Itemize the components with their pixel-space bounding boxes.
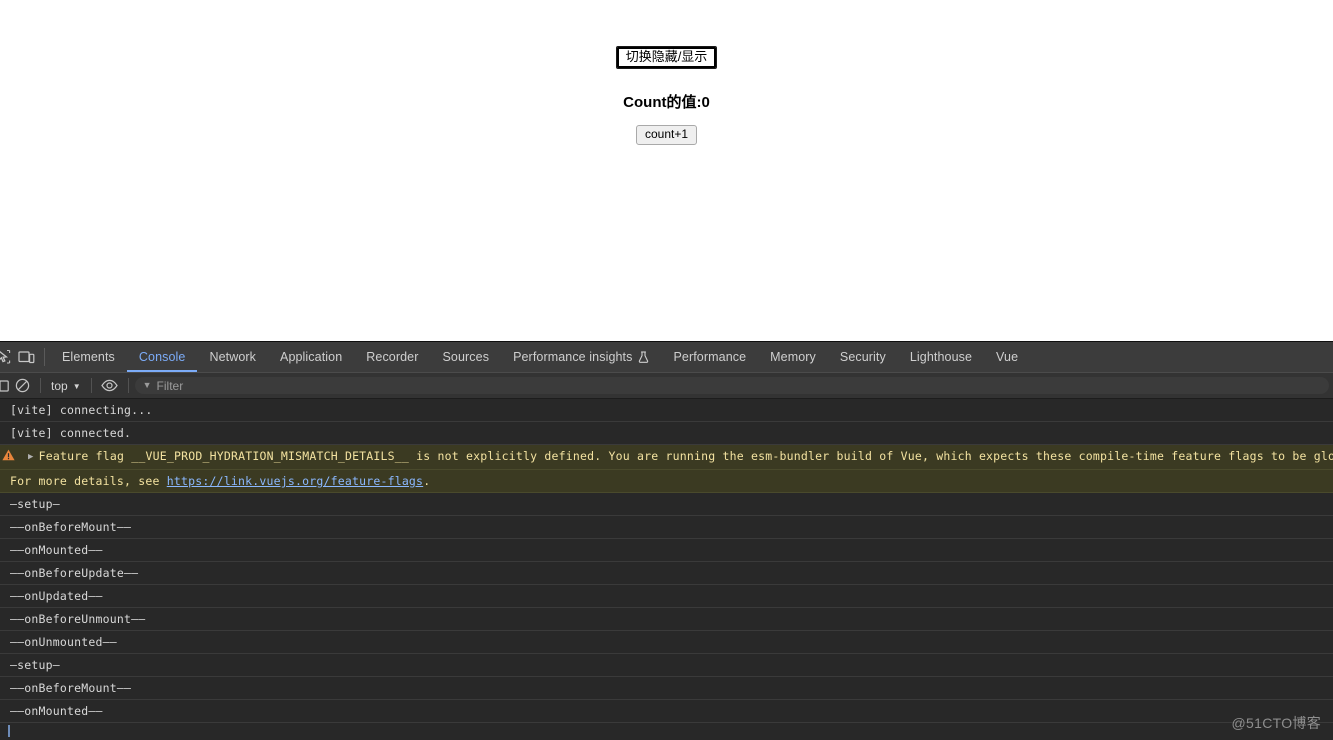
experiment-flask-icon xyxy=(638,351,649,363)
console-message-suffix: . xyxy=(423,474,431,488)
console-message-text: ——onMounted—— xyxy=(10,543,103,557)
toolbar-divider-2 xyxy=(90,378,92,393)
devtools-tab-label: Vue xyxy=(996,350,1019,364)
devtools-tab-label: Security xyxy=(839,350,886,364)
devtools-tab-performance-insights[interactable]: Performance insights xyxy=(501,342,661,372)
console-message-text: ——onBeforeMount—— xyxy=(10,520,132,534)
demo-app-root: 切换隐藏/显示 Count的值:0 count+1 xyxy=(0,46,1333,146)
devtools-tab-label: Sources xyxy=(442,350,490,364)
console-message-text: ——onMounted—— xyxy=(10,704,103,718)
increment-count-button[interactable]: count+1 xyxy=(635,125,698,146)
devtools-tab-vue[interactable]: Vue xyxy=(984,342,1030,372)
console-message-text: [vite] connecting... xyxy=(10,403,153,417)
devtools-tab-label: Lighthouse xyxy=(909,350,973,364)
devtools-tab-label: Network xyxy=(209,350,257,364)
console-message-text: ——onUnmounted—— xyxy=(10,635,117,649)
devtools-tab-label: Performance xyxy=(673,350,747,364)
console-log-message: [vite] connecting... xyxy=(0,399,1333,422)
console-log-message: ——onBeforeMount—— xyxy=(0,516,1333,539)
devtools-tab-recorder[interactable]: Recorder xyxy=(354,342,430,372)
console-filter-placeholder: Filter xyxy=(156,378,184,393)
devtools-tabstrip: Elements Console Network Application Recorde… xyxy=(0,342,1333,373)
clear-console-icon[interactable] xyxy=(10,374,34,398)
console-prompt[interactable] xyxy=(0,723,1333,738)
console-log-message: ——onMounted—— xyxy=(0,700,1333,723)
toolbar-divider-1 xyxy=(40,378,41,393)
live-expression-eye-icon[interactable] xyxy=(98,374,122,398)
console-log-message: ——onUpdated—— xyxy=(0,585,1333,608)
console-message-text: Feature flag __VUE_PROD_HYDRATION_MISMAT… xyxy=(38,449,1333,463)
devtools-tab-application[interactable]: Application xyxy=(268,342,354,372)
devtools-tab-sources[interactable]: Sources xyxy=(431,342,502,372)
console-log-message: ——onBeforeMount—— xyxy=(0,677,1333,700)
execution-context-selector[interactable]: top ▼ xyxy=(47,378,85,394)
devtools-tab-label: Application xyxy=(280,350,343,364)
toggle-visibility-button[interactable]: 切换隐藏/显示 xyxy=(615,46,718,70)
devtools-tab-label: Elements xyxy=(62,350,115,364)
console-message-text: ——onBeforeUnmount—— xyxy=(10,612,146,626)
devtools-tab-label: Console xyxy=(138,350,186,364)
feature-flags-link[interactable]: https://link.vuejs.org/feature-flags xyxy=(167,474,423,488)
console-log-message: —setup— xyxy=(0,654,1333,677)
devtools-tab-label: Recorder xyxy=(366,350,419,364)
execution-context-value: top xyxy=(51,378,68,393)
console-log-message: —setup— xyxy=(0,493,1333,516)
console-filter-input[interactable]: ▼ Filter xyxy=(134,377,1329,394)
devtools-tab-network[interactable]: Network xyxy=(197,342,268,372)
console-message-text: For more details, see xyxy=(10,474,167,488)
console-warning-detail: For more details, see https://link.vuejs… xyxy=(0,470,1333,493)
console-log-message: ——onMounted—— xyxy=(0,539,1333,562)
console-log-message: ——onUnmounted—— xyxy=(0,631,1333,654)
browser-page-viewport: 切换隐藏/显示 Count的值:0 count+1 xyxy=(0,0,1333,341)
console-message-text: —setup— xyxy=(10,658,60,672)
console-message-text: [vite] connected. xyxy=(10,426,132,440)
console-message-text: ——onBeforeMount—— xyxy=(10,681,132,695)
console-message-text: —setup— xyxy=(10,497,60,511)
devtools-panel: Elements Console Network Application Recorde… xyxy=(0,341,1333,740)
tabstrip-divider xyxy=(44,348,45,366)
devtools-tab-performance[interactable]: Performance xyxy=(661,342,758,372)
devtools-tab-elements[interactable]: Elements xyxy=(50,342,127,372)
expand-arrow-icon[interactable]: ▶ xyxy=(28,449,34,465)
console-toolbar: top ▼ ▼ Filter xyxy=(0,373,1333,399)
console-warning-message: ▶ Feature flag __VUE_PROD_HYDRATION_MISMA… xyxy=(0,445,1333,470)
console-log-message: [vite] connected. xyxy=(0,422,1333,445)
devtools-tab-memory[interactable]: Memory xyxy=(758,342,828,372)
toolbar-divider-3 xyxy=(127,378,129,393)
devtools-tab-label: Memory xyxy=(770,350,816,364)
console-message-list[interactable]: [vite] connecting... [vite] connected. ▶ Fe… xyxy=(0,399,1333,738)
count-value-label: Count的值:0 xyxy=(623,94,710,112)
devtools-tab-label: Performance insights xyxy=(513,350,633,364)
console-log-message: ——onBeforeUnmount—— xyxy=(0,608,1333,631)
console-log-message: ——onBeforeUpdate—— xyxy=(0,562,1333,585)
devtools-tab-security[interactable]: Security xyxy=(828,342,898,372)
warning-triangle-icon xyxy=(2,449,15,461)
chevron-down-icon: ▼ xyxy=(72,381,81,391)
inspect-cursor-icon[interactable] xyxy=(0,342,13,372)
funnel-icon: ▼ xyxy=(142,379,152,390)
console-prompt-caret xyxy=(8,725,10,737)
console-message-text: ——onBeforeUpdate—— xyxy=(10,566,139,580)
device-toolbar-icon[interactable] xyxy=(13,342,39,372)
devtools-tab-lighthouse[interactable]: Lighthouse xyxy=(898,342,984,372)
console-message-text: ——onUpdated—— xyxy=(10,589,103,603)
devtools-tab-console[interactable]: Console xyxy=(126,342,198,372)
console-sidebar-icon[interactable] xyxy=(0,374,10,398)
